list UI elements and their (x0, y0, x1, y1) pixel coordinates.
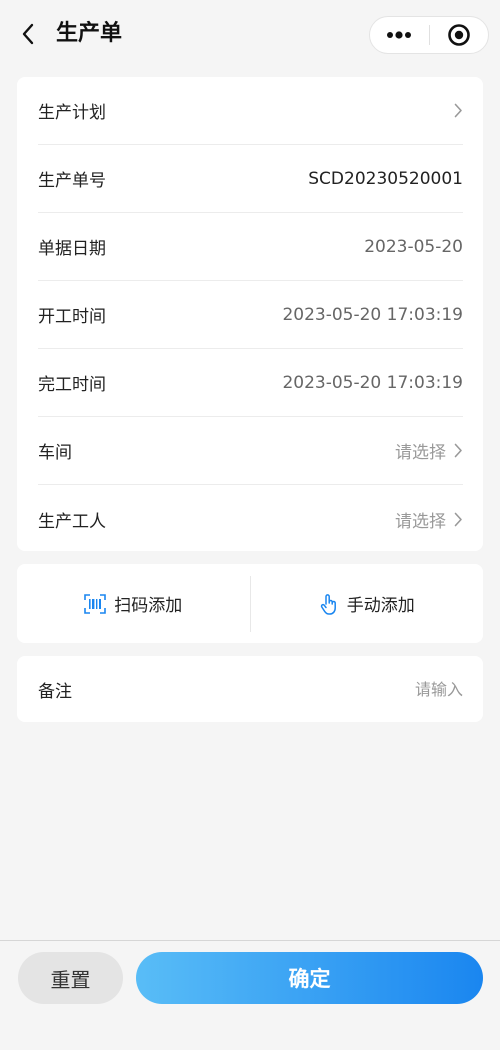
add-items-card: 扫码添加 手动添加 (17, 564, 483, 643)
start-time-value: 2023-05-20 17:03:19 (282, 304, 463, 325)
chevron-right-icon (454, 103, 463, 118)
row-label: 生产单号 (38, 171, 106, 191)
chevron-right-icon (454, 443, 463, 458)
finish-time-row[interactable]: 完工时间 2023-05-20 17:03:19 (38, 349, 463, 417)
mini-program-capsule (369, 16, 489, 54)
row-label: 生产计划 (38, 103, 106, 123)
remark-card: 备注 (17, 656, 483, 722)
worker-placeholder: 请选择 (395, 511, 446, 532)
production-form-card: 生产计划 生产单号 SCD20230520001 单据日期 2023-05-20… (17, 77, 483, 551)
workshop-select: 请选择 (395, 438, 463, 463)
row-label: 生产工人 (38, 511, 106, 532)
remark-label: 备注 (38, 681, 72, 702)
scan-add-label: 扫码添加 (114, 596, 183, 616)
production-order-no-value: SCD20230520001 (308, 168, 463, 189)
barcode-scan-icon (84, 593, 107, 614)
hand-tap-icon (319, 593, 339, 615)
more-dots-icon (387, 31, 412, 39)
row-label: 单据日期 (38, 239, 106, 259)
row-label: 车间 (38, 443, 72, 463)
chevron-left-icon (22, 23, 34, 45)
manual-add-label: 手动添加 (346, 596, 415, 616)
document-date-row[interactable]: 单据日期 2023-05-20 (38, 213, 463, 281)
remark-row: 备注 (38, 656, 463, 722)
worker-select: 请选择 (395, 507, 463, 532)
page-title: 生产单 (56, 21, 123, 46)
start-time-row[interactable]: 开工时间 2023-05-20 17:03:19 (38, 281, 463, 349)
remark-input[interactable] (263, 679, 463, 699)
close-button[interactable] (429, 17, 488, 53)
back-button[interactable] (14, 20, 42, 48)
production-order-no-row: 生产单号 SCD20230520001 (38, 145, 463, 213)
target-circle-icon (447, 24, 470, 46)
row-label: 开工时间 (38, 307, 106, 327)
row-value (446, 103, 463, 118)
production-plan-row[interactable]: 生产计划 (38, 77, 463, 145)
manual-add-button[interactable]: 手动添加 (251, 564, 484, 643)
bottom-action-bar: 重置 确定 (0, 940, 500, 1050)
workshop-row[interactable]: 车间 请选择 (38, 417, 463, 485)
navigation-bar: 生产单 (0, 0, 500, 72)
confirm-button[interactable]: 确定 (136, 952, 483, 1004)
scan-add-button[interactable]: 扫码添加 (17, 564, 250, 643)
production-worker-row[interactable]: 生产工人 请选择 (38, 485, 463, 553)
row-label: 完工时间 (38, 375, 106, 395)
reset-button[interactable]: 重置 (18, 952, 123, 1004)
chevron-right-icon (454, 512, 463, 527)
finish-time-value: 2023-05-20 17:03:19 (282, 372, 463, 393)
workshop-placeholder: 请选择 (395, 443, 446, 463)
document-date-value: 2023-05-20 (364, 236, 463, 257)
more-button[interactable] (370, 17, 429, 53)
